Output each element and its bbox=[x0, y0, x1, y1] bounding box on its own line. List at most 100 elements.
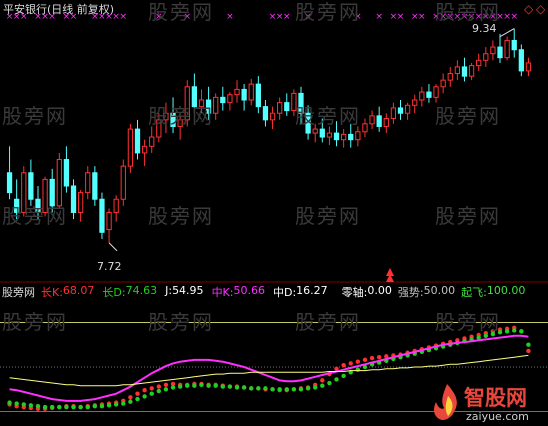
long-d-point bbox=[313, 385, 318, 390]
long-d-point bbox=[327, 380, 332, 386]
x-marker-icon: × bbox=[226, 12, 234, 22]
legend-value-j: 54.95 bbox=[172, 284, 204, 297]
candle-body bbox=[277, 102, 283, 114]
candle-body bbox=[483, 53, 489, 61]
candle-body bbox=[70, 185, 77, 213]
candle-body bbox=[412, 99, 418, 106]
candle-body bbox=[497, 46, 503, 59]
long-d-point bbox=[64, 404, 69, 410]
legend-value-takeoff: 100.00 bbox=[486, 284, 526, 297]
candle-body bbox=[63, 159, 70, 187]
candle-body bbox=[134, 128, 141, 154]
long-k-point bbox=[369, 355, 375, 361]
long-k-point bbox=[362, 357, 368, 363]
watermark: 股旁网 bbox=[148, 104, 214, 128]
long-d-point bbox=[170, 385, 176, 390]
site-logo: 智股网 zaiyue.com bbox=[430, 382, 548, 426]
long-d-point bbox=[263, 386, 268, 391]
long-d-point bbox=[526, 342, 531, 347]
candle-body bbox=[28, 172, 34, 200]
logo-url: zaiyue.com bbox=[466, 410, 529, 423]
long-d-point bbox=[512, 328, 517, 333]
long-d-point bbox=[142, 394, 147, 399]
legend-label-mid-d: 中D: bbox=[272, 286, 297, 299]
legend-value-long-d: 74.63 bbox=[125, 284, 158, 297]
legend-label-mid-k: 中K: bbox=[211, 286, 234, 299]
long-d-point bbox=[92, 404, 98, 409]
long-d-point bbox=[256, 386, 261, 391]
candle-body bbox=[468, 65, 475, 77]
long-d-point bbox=[42, 404, 48, 410]
legend-label-takeoff: 起飞: bbox=[461, 286, 487, 299]
watermark: 股旁网 bbox=[295, 310, 361, 334]
candle-body bbox=[348, 133, 354, 141]
long-k-point bbox=[320, 378, 325, 383]
long-d-point bbox=[21, 402, 26, 407]
long-d-point bbox=[298, 387, 304, 392]
candle-body bbox=[433, 86, 439, 98]
candle-body bbox=[376, 115, 382, 127]
candle-body bbox=[461, 66, 468, 77]
candle-body bbox=[390, 107, 397, 120]
candle-body bbox=[234, 88, 240, 96]
legend-value-zero-axis: 0.00 bbox=[367, 284, 392, 297]
legend-value-mid-k: 50.66 bbox=[233, 284, 265, 297]
watermark: 股旁网 bbox=[2, 204, 68, 228]
long-d-point bbox=[284, 387, 289, 392]
x-marker-icon: × bbox=[510, 12, 518, 22]
candle-body bbox=[511, 39, 517, 51]
candle-body bbox=[227, 94, 233, 104]
candle-body bbox=[99, 198, 105, 233]
long-d-point bbox=[35, 404, 41, 409]
legend-value-long-k: 68.07 bbox=[62, 284, 95, 297]
long-d-point bbox=[135, 396, 140, 402]
long-d-point bbox=[156, 388, 162, 394]
long-d-point bbox=[206, 383, 211, 388]
long-d-point bbox=[277, 387, 282, 392]
long-d-point bbox=[185, 383, 190, 388]
logo-text: 智股网 bbox=[464, 386, 527, 410]
candle-body bbox=[120, 165, 126, 200]
long-d-point bbox=[334, 377, 339, 382]
long-k-point bbox=[128, 395, 133, 400]
candle-body bbox=[362, 123, 368, 133]
watermark: 股旁网 bbox=[435, 104, 501, 128]
candle-body bbox=[262, 106, 269, 121]
candle-body bbox=[504, 39, 510, 59]
long-k-point bbox=[142, 387, 147, 393]
candle-body bbox=[490, 46, 496, 55]
long-d-point bbox=[355, 367, 361, 372]
long-d-point bbox=[241, 385, 247, 390]
long-d-point bbox=[249, 386, 254, 391]
candle-body bbox=[220, 96, 226, 104]
long-k-point bbox=[355, 359, 361, 364]
candle-body bbox=[312, 128, 318, 134]
x-marker-icon: × bbox=[120, 12, 128, 22]
long-d-point bbox=[519, 329, 524, 334]
long-d-point bbox=[28, 403, 34, 408]
long-d-point bbox=[163, 387, 169, 392]
candle-body bbox=[397, 107, 404, 114]
long-d-point bbox=[121, 401, 126, 406]
candle-body bbox=[333, 132, 340, 141]
legend-label-long-d: 长D: bbox=[102, 286, 126, 299]
watermark: 股旁网 bbox=[435, 204, 501, 228]
long-d-point bbox=[14, 401, 19, 406]
candle-body bbox=[369, 115, 375, 125]
long-d-point bbox=[227, 384, 233, 389]
long-d-point bbox=[291, 387, 297, 392]
candle-body bbox=[525, 62, 532, 72]
long-d-point bbox=[199, 382, 204, 388]
candle-body bbox=[341, 133, 347, 141]
candle-body bbox=[518, 49, 524, 72]
legend-label-long-k: 长K: bbox=[41, 286, 63, 299]
candle-body bbox=[92, 172, 98, 200]
x-marker-icon: × bbox=[397, 12, 405, 22]
long-d-point bbox=[177, 384, 183, 389]
long-k-point bbox=[149, 386, 154, 391]
candle-body bbox=[269, 112, 276, 121]
long-d-point bbox=[113, 402, 119, 407]
long-k-point bbox=[156, 384, 162, 389]
long-d-point bbox=[504, 329, 510, 334]
legend-label-j: J: bbox=[165, 284, 173, 297]
